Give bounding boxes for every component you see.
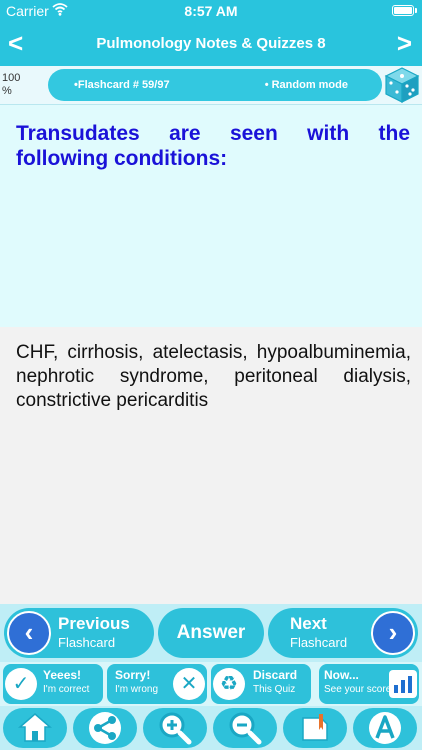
discard-quiz-button[interactable]: ♻ Discard This Quiz	[211, 664, 311, 704]
score-label: Now...	[324, 668, 359, 682]
flashcard-controls: ‹ Previous Flashcard Answer Next Flashca…	[0, 604, 422, 662]
battery-icon	[392, 5, 417, 16]
quiz-controls: ✓ Yeees! I'm correct Sorry! I'm wrong ✕ …	[0, 662, 422, 706]
wrong-label: Sorry!	[115, 668, 151, 682]
discard-sublabel: This Quiz	[253, 684, 296, 695]
wrong-sublabel: I'm wrong	[115, 684, 159, 695]
page-title: Pulmonology Notes & Quizzes 8	[96, 35, 326, 52]
next-label: Next	[290, 614, 327, 633]
zoom-out-icon	[229, 712, 262, 745]
flashcard-info-pill: •Flashcard # 59/97 • Random mode	[48, 69, 382, 101]
zoom-level: 100 %	[2, 72, 21, 97]
next-flashcard-button[interactable]: Next Flashcard ›	[268, 608, 418, 658]
chevron-right-icon: ›	[371, 611, 415, 655]
bookmark-button[interactable]	[283, 708, 347, 748]
bottom-toolbar	[0, 706, 422, 750]
flashcard-counter: •Flashcard # 59/97	[74, 79, 170, 91]
home-button[interactable]	[3, 708, 67, 748]
previous-flashcard-button[interactable]: ‹ Previous Flashcard	[4, 608, 154, 658]
info-bar: 100 % •Flashcard # 59/97 • Random mode	[0, 66, 422, 105]
zoom-out-button[interactable]	[213, 708, 277, 748]
nav-bar: < Pulmonology Notes & Quizzes 8 >	[0, 22, 422, 66]
correct-label: Yeees!	[43, 668, 82, 682]
bar-chart-icon	[389, 670, 417, 698]
home-icon	[17, 713, 53, 742]
previous-sublabel: Flashcard	[58, 635, 116, 650]
zoom-in-icon	[159, 712, 192, 745]
forward-button[interactable]: >	[397, 28, 412, 59]
answer-button[interactable]: Answer	[158, 608, 264, 658]
see-score-button[interactable]: Now... See your score	[319, 664, 419, 704]
question-area: Transudates are seen with the following …	[0, 105, 422, 327]
cross-icon: ✕	[173, 668, 205, 700]
next-sublabel: Flashcard	[290, 635, 348, 650]
previous-label: Previous	[58, 614, 130, 633]
wrong-button[interactable]: Sorry! I'm wrong ✕	[107, 664, 207, 704]
chevron-left-icon: ‹	[7, 611, 51, 655]
recycle-icon: ♻	[213, 668, 245, 700]
clock: 8:57 AM	[184, 3, 238, 19]
bookmark-icon	[302, 714, 328, 741]
font-button[interactable]	[353, 708, 417, 748]
answer-text: CHF, cirrhosis, atelectasis, hypoalbumin…	[16, 342, 411, 411]
share-button[interactable]	[73, 708, 137, 748]
answer-area: CHF, cirrhosis, atelectasis, hypoalbumin…	[0, 327, 422, 604]
dice-icon[interactable]	[384, 66, 420, 104]
correct-button[interactable]: ✓ Yeees! I'm correct	[3, 664, 103, 704]
score-sublabel: See your score	[324, 684, 392, 695]
checkmark-icon: ✓	[5, 668, 37, 700]
random-mode-toggle[interactable]: • Random mode	[265, 79, 348, 91]
share-icon	[89, 712, 121, 744]
status-bar: Carrier 8:57 AM	[0, 0, 422, 22]
discard-label: Discard	[253, 668, 298, 682]
zoom-in-button[interactable]	[143, 708, 207, 748]
correct-sublabel: I'm correct	[43, 684, 90, 695]
font-icon	[369, 712, 401, 744]
question-text: Transudates are seen with the following …	[16, 122, 410, 170]
